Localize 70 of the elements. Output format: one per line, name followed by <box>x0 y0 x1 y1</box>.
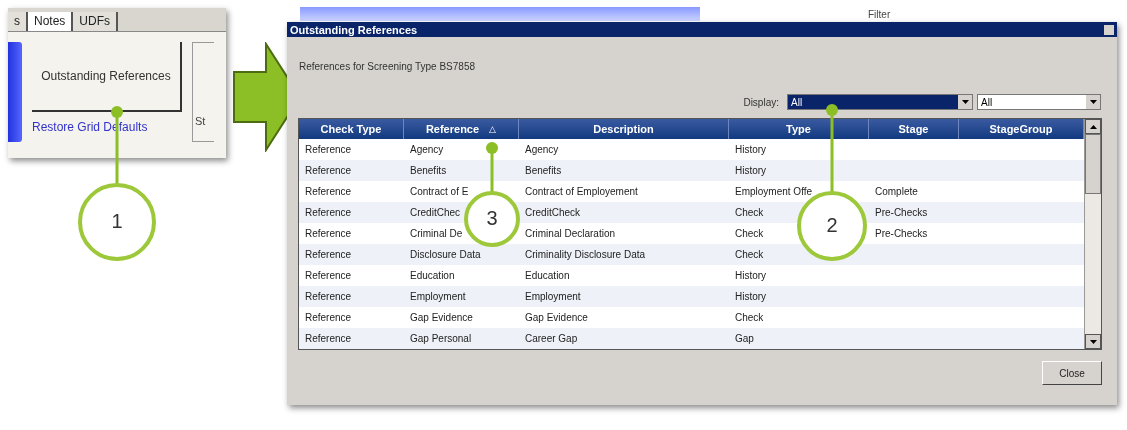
table-cell: Complete <box>875 186 918 197</box>
table-cell: Reference <box>305 228 352 239</box>
group-box: St <box>192 42 214 142</box>
table-cell: Reference <box>305 186 352 197</box>
caret-icon <box>1089 100 1097 104</box>
column-header[interactable]: Stage <box>869 119 959 139</box>
table-cell: Disclosure Data <box>410 249 481 260</box>
table-cell: Reference <box>305 207 352 218</box>
close-icon[interactable] <box>1104 24 1114 35</box>
table-cell: Pre-Checks <box>875 228 928 239</box>
tab[interactable]: s <box>8 12 28 31</box>
table-cell: Contract of Employement <box>525 186 638 197</box>
callout-number: 3 <box>485 207 499 230</box>
table-cell: Criminality Disclosure Data <box>525 249 646 260</box>
table-cell: Gap Evidence <box>525 312 588 323</box>
callout-number: 2 <box>825 214 839 237</box>
table-cell: Gap <box>735 333 754 344</box>
window-title: Outstanding References <box>290 23 418 36</box>
down-icon <box>1089 339 1097 344</box>
tab[interactable]: UDFs <box>73 12 119 31</box>
filter-label: Filter <box>868 8 891 20</box>
table-cell: Criminal Declaration <box>525 228 616 239</box>
table-cell: Employment Offe <box>735 186 813 197</box>
tab[interactable]: Notes <box>28 12 74 31</box>
up-icon <box>1089 124 1097 129</box>
table-cell: Check <box>735 207 764 218</box>
close-button[interactable]: Close <box>1042 361 1102 385</box>
table-cell: Pre-Checks <box>875 207 928 218</box>
display-dropdown[interactable]: All <box>787 94 973 110</box>
display-label: Display: <box>743 96 779 108</box>
table-cell: Employment <box>525 291 581 302</box>
table-cell: History <box>735 144 767 155</box>
table-cell: Reference <box>305 270 352 281</box>
table-cell: History <box>735 270 767 281</box>
table-cell: Reference <box>305 333 352 344</box>
table-cell: CreditChec <box>410 207 461 218</box>
column-header[interactable]: Type <box>729 119 869 139</box>
table-cell: Reference <box>305 144 352 155</box>
caret-icon <box>961 100 969 104</box>
table-cell: History <box>735 291 767 302</box>
table-cell: Reference <box>305 165 352 176</box>
scroll-thumb[interactable] <box>1085 134 1101 194</box>
table-cell: Employment <box>410 291 466 302</box>
scrollbar[interactable] <box>1084 119 1101 349</box>
table-cell: Gap Personal <box>410 333 472 344</box>
table-cell: Reference <box>305 312 352 323</box>
callout-number: 1 <box>110 210 124 233</box>
column-header[interactable]: Reference △ <box>404 119 519 139</box>
table-cell: Education <box>410 270 455 281</box>
table-cell: Education <box>525 270 570 281</box>
table-cell: Agency <box>525 144 559 155</box>
table-cell: Benefits <box>410 165 447 176</box>
table-cell: Agency <box>410 144 444 155</box>
table-cell: CreditCheck <box>525 207 581 218</box>
table-cell: Benefits <box>525 165 562 176</box>
filter-dropdown[interactable]: All <box>977 94 1101 110</box>
table-cell: Contract of E <box>410 186 469 197</box>
table-cell: Check <box>735 228 764 239</box>
table-cell: Career Gap <box>525 333 578 344</box>
table-cell: Check <box>735 312 764 323</box>
table-cell: History <box>735 165 767 176</box>
subtitle: References for Screening Type BS7858 <box>299 61 477 72</box>
column-header[interactable]: Check Type <box>299 119 404 139</box>
column-header[interactable]: Description <box>519 119 729 139</box>
table-cell: Reference <box>305 249 352 260</box>
outstanding-references-button[interactable]: Outstanding References <box>32 42 182 112</box>
table-cell: Gap Evidence <box>410 312 473 323</box>
table-cell: Reference <box>305 291 352 302</box>
table-cell: Criminal De <box>410 228 463 239</box>
table-cell: Check <box>735 249 764 260</box>
